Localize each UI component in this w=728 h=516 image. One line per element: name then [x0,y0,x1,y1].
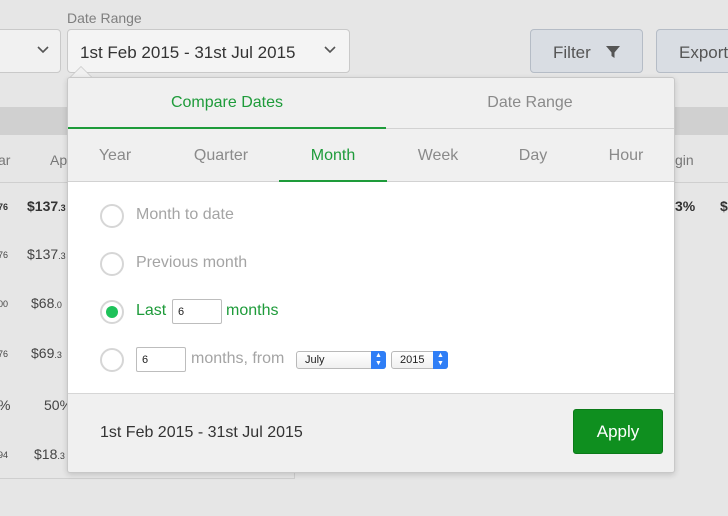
table-header-cell: gin [675,152,694,168]
selected-range-text: 1st Feb 2015 - 31st Jul 2015 [100,424,303,441]
left-filter-select[interactable] [0,29,61,73]
tab-month[interactable]: Month [279,130,387,182]
select-arrows-icon: ▲ ▼ [433,351,448,369]
from-month-select[interactable]: July ▲ ▼ [296,351,386,369]
tab-week[interactable]: Week [387,130,489,182]
tab-date-range[interactable]: Date Range [386,78,674,129]
table-cell: 76 [0,349,9,359]
popover-caret [70,66,92,77]
table-cell: $69.3 [31,345,62,361]
table-header-cell: ar [0,152,11,168]
date-range-label: Date Range [67,10,142,26]
filter-button[interactable]: Filter [530,29,643,73]
table-cell: 94 [0,450,9,460]
tab-year[interactable]: Year [68,130,162,182]
table-header-cell: Ap [50,152,68,168]
table-cell: $18.3 [34,446,65,462]
date-range-select[interactable]: 1st Feb 2015 - 31st Jul 2015 [67,29,350,73]
radio-previous-month[interactable] [100,252,124,276]
compare-tabs: Compare Dates Date Range [68,78,674,129]
last-months-input[interactable]: 6 [172,299,222,324]
from-month-value: July [305,354,325,366]
tab-quarter[interactable]: Quarter [172,130,270,182]
from-year-value: 2015 [400,354,425,366]
chevron-down-icon [37,46,49,54]
date-range-popover: Compare Dates Date Range Year Quarter Mo… [67,77,675,473]
select-arrows-icon: ▲ ▼ [371,351,386,369]
table-cell: 00 [0,299,9,309]
from-year-select[interactable]: 2015 ▲ ▼ [391,351,448,369]
table-cell: $137.3 [27,246,66,262]
table-cell: $ [720,198,728,214]
table-cell: $137.3 [27,198,66,214]
chevron-down-icon [324,46,336,54]
table-cell: 76 [0,202,9,212]
month-options: Month to date Previous month Last 6 mont… [68,182,674,394]
radio-months-from[interactable] [100,348,124,372]
filter-button-label: Filter [553,43,591,62]
period-tabs: Year Quarter Month Week Day Hour [68,130,674,182]
date-range-select-value: 1st Feb 2015 - 31st Jul 2015 [80,43,296,62]
apply-button[interactable]: Apply [573,409,663,454]
tab-hour[interactable]: Hour [584,130,668,182]
previous-month-label: Previous month [136,254,248,271]
table-cell: 76 [0,250,9,260]
funnel-icon [606,46,620,58]
radio-last-months[interactable] [100,300,124,324]
tab-day[interactable]: Day [489,130,577,182]
export-button[interactable]: Export [656,29,728,73]
month-to-date-label: Month to date [136,206,234,223]
tab-compare-dates[interactable]: Compare Dates [68,78,386,129]
export-button-label: Export [679,43,728,62]
months-from-label: months, from [191,350,285,367]
table-cell: 3% [675,198,696,214]
table-cell: % [0,397,10,413]
months-label: months [226,302,279,319]
months-from-input[interactable]: 6 [136,347,186,372]
last-label: Last [136,302,167,319]
table-cell: $68.0 [31,295,62,311]
radio-month-to-date[interactable] [100,204,124,228]
